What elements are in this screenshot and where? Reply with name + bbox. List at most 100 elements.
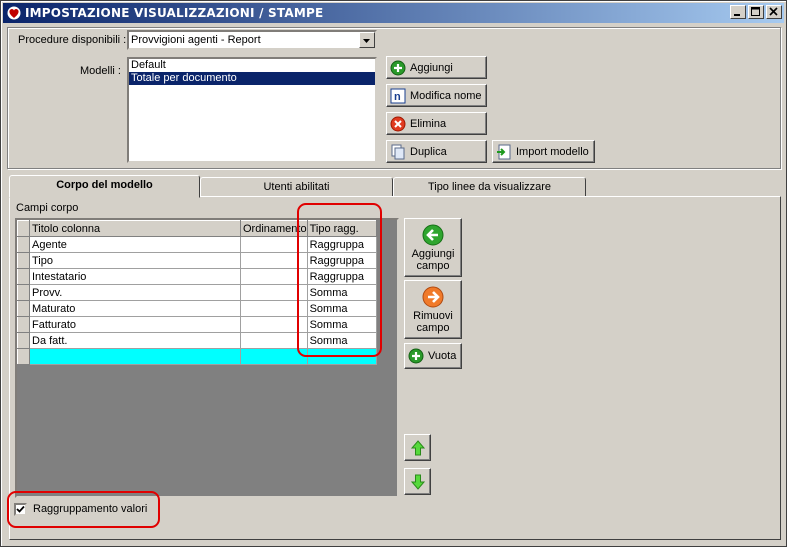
arrow-right-icon [422,286,444,307]
table-row[interactable]: Maturato Somma [17,300,377,317]
move-up-button[interactable] [404,434,431,461]
cell-type-new[interactable] [306,348,377,365]
cell-order[interactable] [240,236,308,253]
cell-title[interactable]: Agente [29,236,241,253]
table-row[interactable]: Da fatt. Somma [17,332,377,349]
row-indicator[interactable] [17,252,30,269]
fields-grid[interactable]: Titolo colonna Ordinamento Tipo ragg. Ag… [15,218,399,498]
table-row[interactable]: Agente Raggruppa [17,236,377,253]
row-indicator[interactable] [17,348,30,365]
table-header-row: Titolo colonna Ordinamento Tipo ragg. [17,220,377,237]
row-indicator[interactable] [17,284,30,301]
row-indicator[interactable] [17,332,30,349]
procedure-label: Procedure disponibili : [18,34,127,46]
tab-tipo-linee[interactable]: Tipo linee da visualizzare [393,177,586,197]
plus-circle-icon [390,60,406,75]
column-header-type[interactable]: Tipo ragg. [306,220,377,237]
cell-type[interactable]: Raggruppa [306,268,377,285]
duplicate-model-button[interactable]: Duplica [386,140,487,163]
title-bar[interactable]: IMPOSTAZIONE VISUALIZZAZIONI / STAMPE [3,3,784,23]
tab-utenti-abilitati[interactable]: Utenti abilitati [200,177,393,197]
delete-model-button[interactable]: Elimina [386,112,487,135]
list-item-model-selected[interactable]: Totale per documento [129,72,375,85]
import-icon [497,144,511,159]
combo-dropdown-button[interactable] [359,32,375,48]
table-row[interactable]: Fatturato Somma [17,316,377,333]
row-indicator[interactable] [17,300,30,317]
add-model-label: Aggiungi [410,61,453,74]
models-label: Modelli : [80,65,121,77]
add-model-button[interactable]: Aggiungi [386,56,487,79]
models-listbox[interactable]: Default Totale per documento [127,57,377,163]
cell-title[interactable]: Provv. [29,284,241,301]
chevron-down-icon [363,39,370,43]
cell-title[interactable]: Da fatt. [29,332,241,349]
duplicate-icon [391,144,405,159]
row-indicator[interactable] [17,268,30,285]
empty-button[interactable]: Vuota [404,343,462,369]
column-header-title[interactable]: Titolo colonna [29,220,241,237]
row-indicator[interactable] [17,316,30,333]
table-row[interactable]: Tipo Raggruppa [17,252,377,269]
window-title: IMPOSTAZIONE VISUALIZZAZIONI / STAMPE [25,6,324,20]
cell-title-new[interactable] [29,348,241,365]
rename-model-label: Modifica nome [410,89,482,102]
row-indicator-header [17,220,30,237]
table-row[interactable]: Provv. Somma [17,284,377,301]
cell-order-new[interactable] [240,348,308,365]
arrow-up-icon [410,439,425,455]
tab-corpo-modello[interactable]: Corpo del modello [9,175,200,198]
move-down-button[interactable] [404,468,431,495]
table-row[interactable]: Intestatario Raggruppa [17,268,377,285]
maximize-button[interactable] [748,5,764,19]
remove-field-button[interactable]: Rimuovi campo [404,280,462,339]
empty-label: Vuota [428,350,457,362]
cell-order[interactable] [240,284,308,301]
import-model-button[interactable]: Import modello [492,140,595,163]
cell-order[interactable] [240,316,308,333]
cell-title[interactable]: Intestatario [29,268,241,285]
remove-field-label-2: campo [416,321,450,334]
minimize-button[interactable] [730,5,746,19]
rename-model-button[interactable]: n Modifica nome [386,84,487,107]
cell-title[interactable]: Fatturato [29,316,241,333]
cell-order[interactable] [240,300,308,317]
remove-field-label-1: Rimuovi [413,309,453,322]
procedure-value: Provvigioni agenti - Report [131,34,261,46]
list-item-model-default[interactable]: Default [129,59,375,72]
svg-text:n: n [394,91,401,103]
maximize-icon [751,7,760,16]
cell-type[interactable]: Somma [306,332,377,349]
fields-table: Titolo colonna Ordinamento Tipo ragg. Ag… [17,220,377,365]
duplicate-model-label: Duplica [410,145,447,158]
checkmark-icon [16,505,25,513]
cell-order[interactable] [240,252,308,269]
group-values-checkbox[interactable] [14,503,27,516]
close-button[interactable] [766,5,782,19]
row-indicator[interactable] [17,236,30,253]
section-label: Campi corpo [16,202,79,214]
procedure-combo[interactable]: Provvigioni agenti - Report [127,30,377,50]
minimize-icon [734,14,740,16]
app-heart-icon [7,6,21,20]
cell-order[interactable] [240,332,308,349]
arrow-left-icon [422,224,444,245]
cell-title[interactable]: Maturato [29,300,241,317]
cell-type[interactable]: Somma [306,316,377,333]
cell-order[interactable] [240,268,308,285]
delete-model-label: Elimina [410,117,447,130]
group-values-label[interactable]: Raggruppamento valori [33,503,147,515]
import-model-label: Import modello [516,145,589,158]
new-row[interactable] [17,348,377,365]
cell-type[interactable]: Raggruppa [306,252,377,269]
column-header-order[interactable]: Ordinamento [240,220,308,237]
delete-icon [390,116,406,131]
add-field-label-1: Aggiungi [411,247,455,260]
add-field-button[interactable]: Aggiungi campo [404,218,462,277]
cell-type[interactable]: Somma [306,284,377,301]
cell-type[interactable]: Somma [306,300,377,317]
add-field-label-2: campo [416,259,450,272]
cell-title[interactable]: Tipo [29,252,241,269]
cell-type[interactable]: Raggruppa [306,236,377,253]
close-icon [769,7,778,16]
